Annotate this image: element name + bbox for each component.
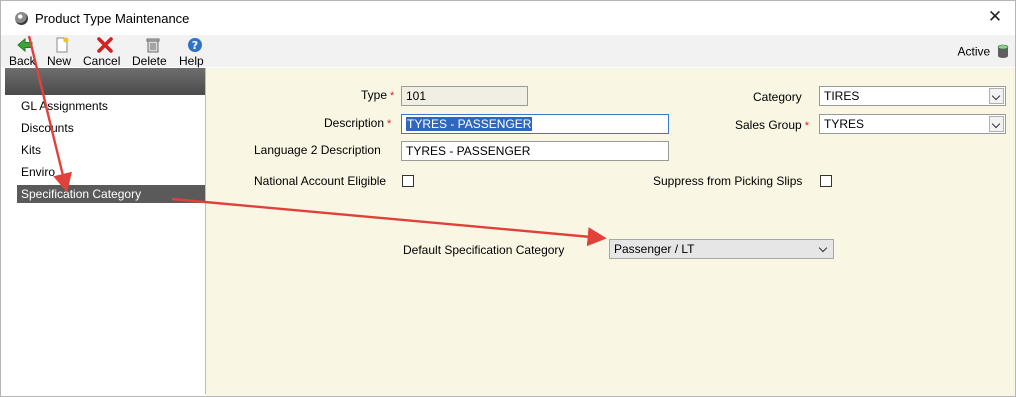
chevron-down-icon: [989, 116, 1004, 132]
description-selected-text: TYRES - PASSENGER: [406, 117, 533, 131]
sidebar: GL Assignments Discounts Kits Enviro Spe…: [5, 68, 206, 394]
language2-description-label: Language 2 Description: [254, 143, 381, 157]
sales-group-select[interactable]: TYRES: [819, 114, 1006, 134]
chevron-down-icon: [817, 241, 832, 257]
type-label: Type *: [361, 88, 395, 102]
svg-text:?: ?: [192, 39, 198, 52]
back-arrow-icon: [17, 37, 33, 53]
close-button[interactable]: ✕: [985, 7, 1005, 27]
category-label: Category: [753, 90, 802, 104]
cancel-x-icon: [97, 37, 113, 53]
category-select[interactable]: TIRES: [819, 86, 1006, 106]
title-bar: Product Type Maintenance ✕: [1, 1, 1015, 35]
sales-group-label: Sales Group *: [735, 118, 809, 132]
required-marker: *: [387, 118, 392, 130]
default-spec-category-label: Default Specification Category: [403, 243, 565, 257]
new-label: New: [47, 54, 72, 68]
back-button[interactable]: Back: [9, 35, 41, 68]
suppress-picking-slips-label: Suppress from Picking Slips: [653, 174, 803, 188]
new-button[interactable]: New: [47, 35, 77, 68]
app-logo-icon: [15, 12, 28, 25]
new-document-icon: [54, 37, 70, 53]
required-marker: *: [390, 90, 395, 102]
help-label: Help: [179, 54, 204, 68]
delete-label: Delete: [132, 54, 167, 68]
description-label: Description *: [324, 116, 392, 130]
required-marker: *: [804, 120, 809, 132]
help-icon: ?: [187, 37, 203, 53]
description-field[interactable]: TYRES - PASSENGER: [401, 114, 669, 134]
sidebar-item-kits[interactable]: Kits: [17, 141, 205, 159]
product-type-window: Product Type Maintenance ✕ Back New Canc…: [0, 0, 1016, 397]
active-status: Active: [957, 44, 1009, 60]
language2-description-field[interactable]: TYRES - PASSENGER: [401, 141, 669, 161]
back-label: Back: [9, 54, 36, 68]
national-account-eligible-checkbox[interactable]: [402, 175, 414, 187]
type-field[interactable]: 101: [401, 86, 528, 106]
active-label: Active: [957, 44, 991, 59]
default-spec-category-value: Passenger / LT: [614, 242, 695, 256]
help-button[interactable]: ? Help: [179, 35, 211, 68]
suppress-picking-slips-checkbox[interactable]: [820, 175, 832, 187]
delete-button[interactable]: Delete: [132, 35, 174, 68]
sidebar-item-enviro[interactable]: Enviro: [17, 163, 205, 181]
sidebar-header: [5, 68, 205, 95]
chevron-down-icon: [989, 88, 1004, 104]
sales-group-value: TYRES: [824, 117, 865, 131]
form-panel: Type * 101 Description * TYRES - PASSENGER…: [206, 68, 1015, 396]
cancel-label: Cancel: [83, 54, 121, 68]
default-spec-category-select[interactable]: Passenger / LT: [609, 239, 834, 259]
trash-icon: [145, 37, 161, 53]
database-icon: [997, 44, 1009, 59]
category-value: TIRES: [824, 89, 860, 103]
national-account-eligible-label: National Account Eligible: [254, 174, 387, 188]
window-title: Product Type Maintenance: [35, 11, 190, 26]
cancel-button[interactable]: Cancel: [83, 35, 127, 68]
sidebar-item-discounts[interactable]: Discounts: [17, 119, 205, 137]
sidebar-item-gl-assignments[interactable]: GL Assignments: [17, 97, 205, 115]
sidebar-item-specification-category[interactable]: Specification Category: [17, 185, 205, 203]
toolbar: Back New Cancel Delete ? Help Active: [1, 35, 1015, 68]
